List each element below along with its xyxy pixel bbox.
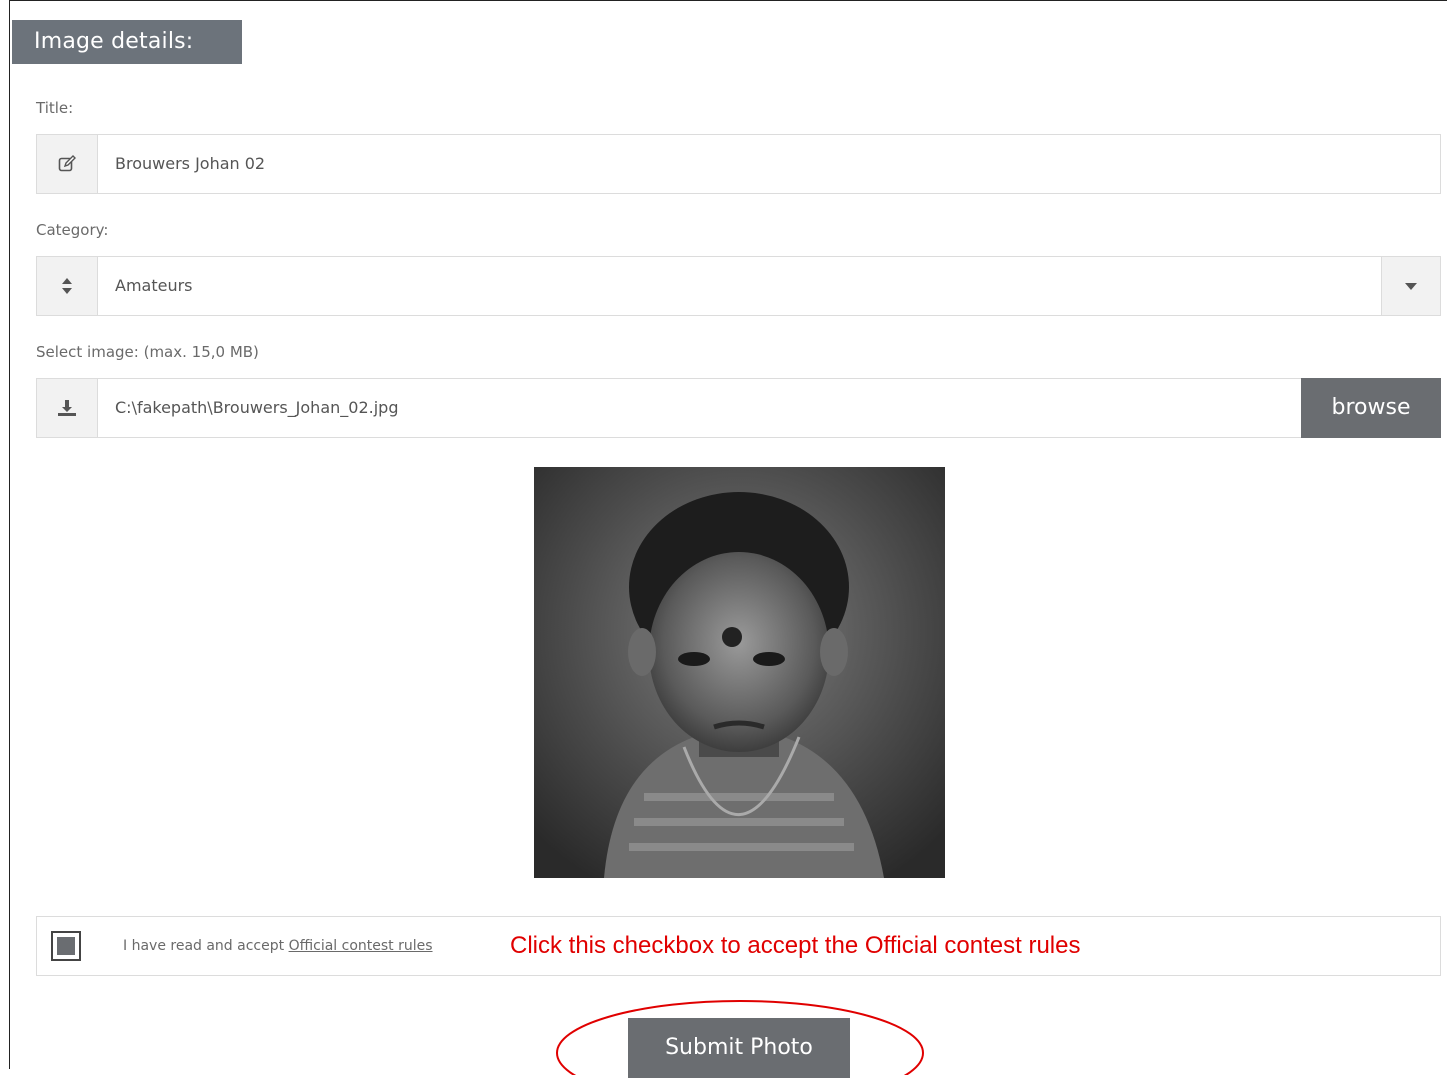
checkbox-checked-mark	[57, 937, 75, 955]
frame-left-border	[9, 0, 10, 1069]
image-file-group[interactable]: C:\fakepath\Brouwers_Johan_02.jpg browse	[36, 378, 1441, 438]
image-label: Select image: (max. 15,0 MB)	[36, 343, 259, 361]
category-label: Category:	[36, 221, 109, 239]
section-header: Image details:	[12, 20, 242, 64]
category-value[interactable]: Amateurs	[115, 257, 193, 315]
download-icon	[58, 400, 76, 416]
image-addon	[37, 379, 98, 437]
browse-button[interactable]: browse	[1301, 378, 1441, 438]
accept-rules-box: I have read and accept Official contest …	[36, 916, 1441, 976]
title-input-group[interactable]: Brouwers Johan 02	[36, 134, 1441, 194]
category-addon	[37, 257, 98, 315]
accept-label: I have read and accept	[123, 938, 285, 954]
title-input[interactable]: Brouwers Johan 02	[115, 135, 265, 193]
official-rules-link[interactable]: Official contest rules	[289, 938, 433, 954]
image-preview	[534, 467, 945, 878]
accept-rules-checkbox[interactable]	[51, 931, 81, 961]
title-addon	[37, 135, 98, 193]
caret-down-icon	[1405, 282, 1417, 290]
category-dropdown-toggle[interactable]	[1381, 257, 1440, 315]
title-label: Title:	[36, 99, 74, 117]
portrait-photo	[534, 467, 945, 878]
edit-icon	[58, 155, 76, 172]
annotation-text: Click this checkbox to accept the Offici…	[510, 932, 1081, 959]
sort-icon	[62, 278, 72, 294]
category-select[interactable]: Amateurs	[36, 256, 1441, 316]
image-path[interactable]: C:\fakepath\Brouwers_Johan_02.jpg	[115, 379, 398, 437]
annotation-ellipse	[556, 1000, 924, 1075]
accept-rules-text: I have read and accept Official contest …	[123, 917, 433, 975]
frame-top-border	[9, 0, 1447, 1]
